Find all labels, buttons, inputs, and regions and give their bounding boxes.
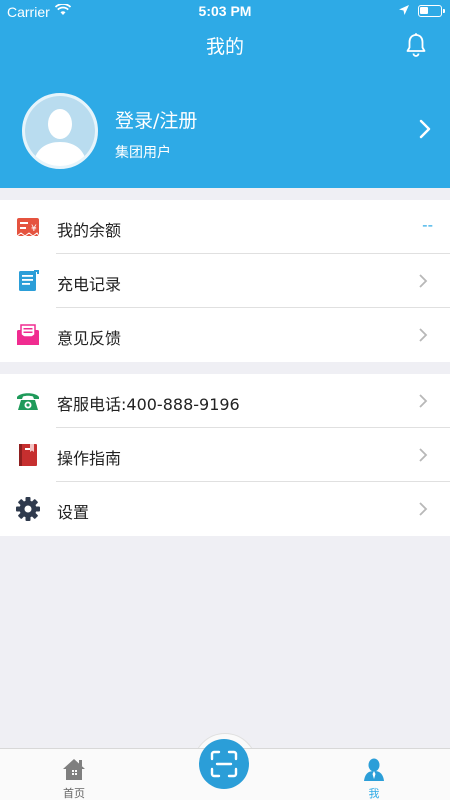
svg-text:¥: ¥ — [31, 224, 37, 234]
profile-card[interactable]: 登录/注册 集团用户 — [0, 88, 450, 173]
tab-label: 首页 — [63, 787, 85, 800]
chevron-right-icon — [419, 448, 428, 462]
tab-me[interactable]: 我 — [334, 749, 414, 800]
feedback-icon — [17, 324, 39, 345]
balance-icon: ¥ — [16, 218, 40, 237]
menu-label: 客服电话:400-888-9196 — [57, 395, 240, 414]
avatar — [22, 93, 98, 169]
page-title: 我的 — [205, 36, 244, 58]
menu-label: 设置 — [57, 503, 90, 522]
status-bar: Carrier 5:03 PM — [0, 0, 450, 22]
phone-icon — [17, 393, 39, 410]
charge-record-icon — [19, 270, 39, 291]
status-time: 5:03 PM — [198, 3, 252, 19]
bell-icon[interactable] — [403, 32, 429, 58]
menu-label: 操作指南 — [57, 449, 122, 468]
guide-book-icon — [19, 444, 37, 466]
menu-item-settings[interactable]: 设置 — [0, 482, 450, 536]
menu-section-support: 客服电话:400-888-9196 操作指南 设置 — [0, 374, 450, 536]
gear-icon — [16, 497, 40, 521]
menu-item-charge-records[interactable]: 充电记录 — [0, 254, 450, 308]
chevron-right-icon — [419, 394, 428, 408]
header: Carrier 5:03 PM 我的 登录/注册 集团用户 — [0, 0, 450, 188]
tab-label: 我 — [368, 787, 380, 800]
tab-home[interactable]: 首页 — [34, 749, 114, 800]
scan-button[interactable] — [199, 739, 249, 789]
menu-item-service-phone[interactable]: 客服电话:400-888-9196 — [0, 374, 450, 428]
scan-icon — [210, 750, 238, 778]
chevron-right-icon — [419, 119, 431, 139]
chevron-right-icon — [419, 274, 428, 288]
balance-value: -- — [422, 216, 433, 234]
menu-label: 我的余额 — [57, 221, 122, 240]
scan-button-holder — [193, 733, 257, 797]
menu-item-guide[interactable]: 操作指南 — [0, 428, 450, 482]
default-avatar-icon — [25, 96, 95, 166]
menu-item-feedback[interactable]: 意见反馈 — [0, 308, 450, 362]
menu-label: 充电记录 — [57, 275, 122, 294]
menu-item-balance[interactable]: ¥ 我的余额 -- — [0, 200, 450, 254]
chevron-right-icon — [419, 502, 428, 516]
menu-section-account: ¥ 我的余额 -- 充电记录 意见反馈 — [0, 200, 450, 362]
user-type-label: 集团用户 — [115, 145, 171, 161]
menu-label: 意见反馈 — [57, 329, 122, 348]
location-arrow-icon — [399, 5, 409, 15]
user-icon — [364, 758, 384, 781]
home-icon — [63, 759, 85, 780]
chevron-right-icon — [419, 328, 428, 342]
login-register-link[interactable]: 登录/注册 — [115, 106, 197, 133]
battery-icon — [418, 5, 445, 17]
